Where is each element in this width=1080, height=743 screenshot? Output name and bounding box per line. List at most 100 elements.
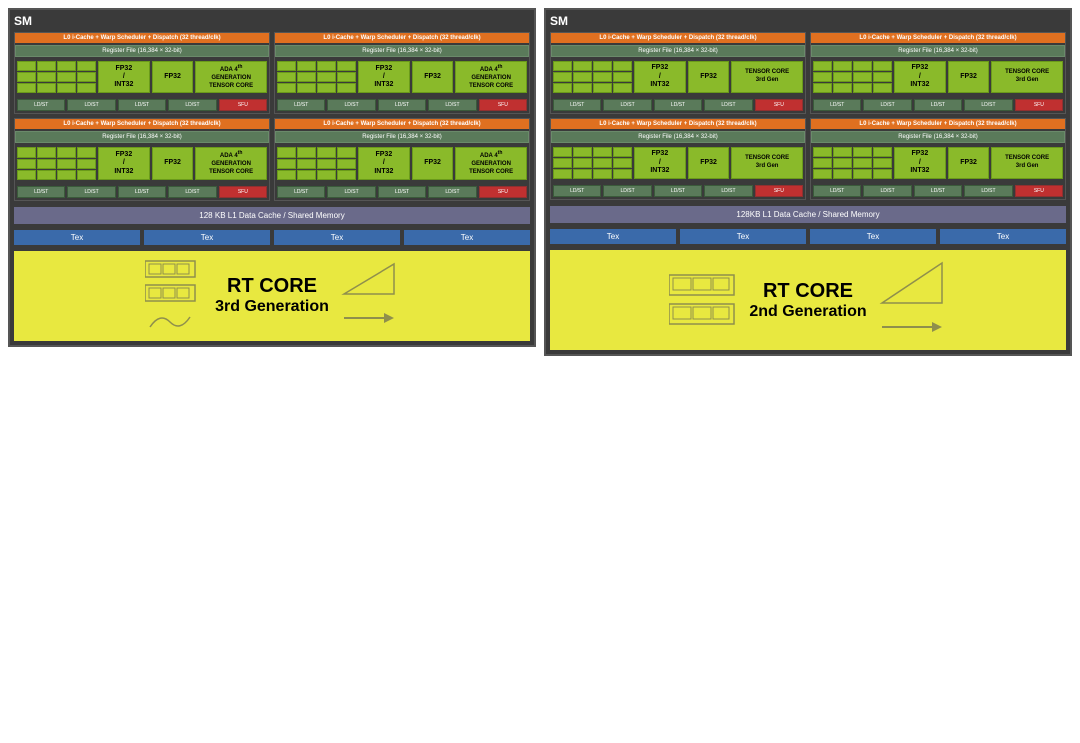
right-fp32-1: FP32: [688, 61, 729, 93]
reg-cell: [853, 72, 872, 82]
reg-cell: [37, 72, 56, 82]
reg-cell: [873, 158, 892, 168]
reg-cell: [853, 169, 872, 179]
right-rt-text: RT CORE 2nd Generation: [749, 280, 866, 321]
ldst-btn: LD/ST: [168, 99, 216, 111]
left-reg-file-3: Register File (16,384 × 32-bit): [15, 131, 269, 143]
fp32-int32-text: FP32/INT32: [910, 150, 929, 175]
left-ldst-row-4: LD/ST LD/ST LD/ST LD/ST SFU: [275, 184, 529, 200]
right-warp-header-3: L0 i-Cache + Warp Scheduler + Dispatch (…: [551, 119, 805, 129]
right-tex-4: Tex: [940, 229, 1066, 244]
reg-cell: [833, 83, 852, 93]
right-compute-area-4: FP32/INT32 FP32 TENSOR CORE3rd Gen: [811, 145, 1065, 181]
reg-cell: [613, 61, 632, 71]
rt-scribble-svg: [145, 307, 205, 332]
reg-cell: [297, 147, 316, 157]
rt-diagram-svg: [145, 259, 205, 279]
left-warp-header-4: L0 i-Cache + Warp Scheduler + Dispatch (…: [275, 119, 529, 129]
reg-cell: [337, 159, 356, 169]
reg-cell: [77, 83, 96, 93]
left-sm-label: SM: [14, 14, 530, 28]
left-sm-bottom-row: L0 i-Cache + Warp Scheduler + Dispatch (…: [14, 118, 530, 200]
right-fp32-3: FP32: [688, 147, 729, 179]
reg-cell: [277, 61, 296, 71]
right-warp-unit-4: L0 i-Cache + Warp Scheduler + Dispatch (…: [810, 118, 1066, 200]
reg-cell: [613, 83, 632, 93]
right-fp32-4: FP32: [948, 147, 989, 179]
reg-cell: [37, 159, 56, 169]
rt-arrow-svg-r: [877, 312, 947, 342]
left-compute-area-2: FP32/INT32 FP32 ADA 4thGENERATIONTENSOR …: [275, 59, 529, 95]
reg-cell: [613, 158, 632, 168]
ldst-btn: LD/ST: [168, 186, 216, 198]
reg-cell: [573, 72, 592, 82]
reg-cell: [17, 72, 36, 82]
rt-diagram-svg-r2: [669, 302, 739, 327]
ldst-btn: LD/ST: [67, 186, 115, 198]
left-warp-header-2: L0 i-Cache + Warp Scheduler + Dispatch (…: [275, 33, 529, 43]
ldst-btn: LD/ST: [553, 99, 601, 111]
sfu-btn: SFU: [219, 186, 267, 198]
left-fp32-1: FP32: [152, 61, 193, 93]
right-reg-grid-3: [553, 147, 632, 179]
left-tensor-2: ADA 4thGENERATIONTENSOR CORE: [455, 61, 527, 93]
reg-cell: [317, 159, 336, 169]
reg-cell: [277, 170, 296, 180]
right-reg-file-4: Register File (16,384 × 32-bit): [811, 131, 1065, 143]
left-sm-inner: L0 i-Cache + Warp Scheduler + Dispatch (…: [14, 32, 530, 341]
reg-cell: [37, 170, 56, 180]
left-tex-2: Tex: [144, 230, 270, 245]
fp32-text: FP32: [424, 73, 441, 81]
reg-cell: [317, 72, 336, 82]
reg-cell: [593, 158, 612, 168]
right-fp32-int32-2: FP32/INT32: [894, 61, 946, 93]
reg-cell: [77, 61, 96, 71]
reg-cell: [297, 170, 316, 180]
left-fp32-4: FP32: [412, 147, 453, 179]
reg-cell: [833, 169, 852, 179]
ldst-btn: LD/ST: [704, 99, 752, 111]
fp32-int32-text: FP32/INT32: [374, 151, 393, 176]
left-ldst-row-1: LD/ST LD/ST LD/ST LD/ST SFU: [15, 97, 269, 113]
tensor-text: ADA 4thGENERATIONTENSOR CORE: [209, 64, 253, 90]
reg-cell: [573, 158, 592, 168]
fp32-text: FP32: [164, 159, 181, 167]
reg-cell: [853, 158, 872, 168]
reg-cell: [317, 147, 336, 157]
reg-cell: [573, 61, 592, 71]
reg-cell: [57, 159, 76, 169]
reg-cell: [337, 72, 356, 82]
fp32-text: FP32: [960, 159, 977, 167]
ldst-btn: LD/ST: [428, 99, 476, 111]
ldst-btn: LD/ST: [327, 99, 375, 111]
left-fp32-int32-3: FP32/INT32: [98, 147, 150, 179]
reg-cell: [57, 147, 76, 157]
reg-cell: [317, 61, 336, 71]
reg-cell: [17, 147, 36, 157]
right-warp-unit-2: L0 i-Cache + Warp Scheduler + Dispatch (…: [810, 32, 1066, 114]
rt-arrow-svg: [339, 303, 399, 333]
reg-cell: [57, 72, 76, 82]
ldst-btn: LD/ST: [277, 99, 325, 111]
reg-cell: [277, 72, 296, 82]
ldst-btn: LD/ST: [813, 99, 861, 111]
tensor-text: TENSOR CORE3rd Gen: [1005, 69, 1049, 85]
reg-cell: [853, 61, 872, 71]
reg-cell: [813, 83, 832, 93]
reg-cell: [833, 158, 852, 168]
ldst-btn: LD/ST: [378, 99, 426, 111]
left-tensor-1: ADA 4thGENERATIONTENSOR CORE: [195, 61, 267, 93]
right-warp-header-1: L0 i-Cache + Warp Scheduler + Dispatch (…: [551, 33, 805, 43]
ldst-btn: LD/ST: [327, 186, 375, 198]
right-tex-row: Tex Tex Tex Tex: [550, 229, 1066, 244]
ldst-btn: LD/ST: [428, 186, 476, 198]
ldst-btn: LD/ST: [553, 185, 601, 197]
right-sm-label: SM: [550, 14, 1066, 28]
reg-cell: [77, 72, 96, 82]
reg-cell: [873, 83, 892, 93]
reg-cell: [337, 83, 356, 93]
left-compute-area-4: FP32/INT32 FP32 ADA 4thGENERATIONTENSOR …: [275, 145, 529, 181]
right-rt-subtitle: 2nd Generation: [749, 303, 866, 321]
reg-cell: [553, 158, 572, 168]
fp32-int32-text: FP32/INT32: [650, 64, 669, 89]
